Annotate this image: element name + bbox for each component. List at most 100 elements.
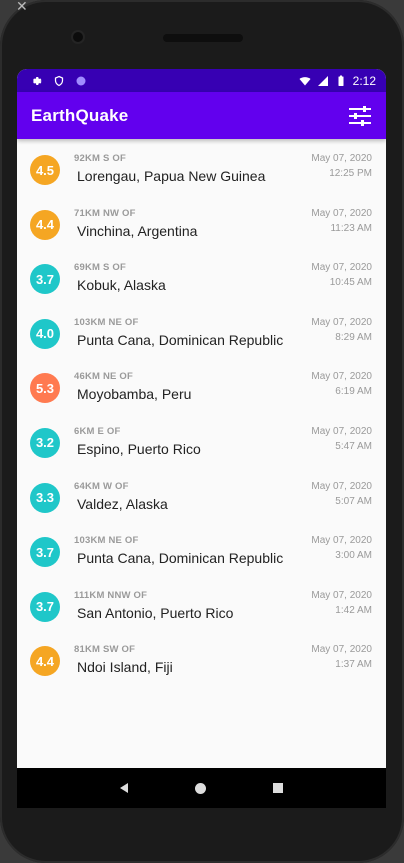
location: 46KM NE OF Moyobamba, Peru <box>74 371 311 402</box>
date: May 07, 2020 <box>311 316 372 328</box>
list-item[interactable]: 4.0 103KM NE OF Punta Cana, Dominican Repu… <box>17 307 386 362</box>
app-title: EarthQuake <box>31 105 129 125</box>
navigation-bar <box>17 768 386 808</box>
status-time: 2:12 <box>352 73 376 88</box>
time: 3:00 AM <box>335 550 372 562</box>
date: May 07, 2020 <box>311 535 372 547</box>
magnitude-badge: 4.4 <box>30 646 60 677</box>
location: 103KM NE OF Punta Cana, Dominican Republi… <box>74 317 311 348</box>
location: 92KM S OF Lorengau, Papua New Guinea <box>74 153 311 184</box>
date-time: May 07, 2020 1:42 AM <box>311 590 372 616</box>
magnitude-badge: 3.7 <box>30 264 60 295</box>
location-offset: 103KM NE OF <box>74 316 139 328</box>
signal-icon <box>317 75 328 86</box>
time: 10:45 AM <box>329 277 372 289</box>
app-bar: EarthQuake <box>17 92 386 139</box>
settings-gear-icon <box>33 76 42 85</box>
list-item[interactable]: 4.5 92KM S OF Lorengau, Papua New Guinea Ma… <box>17 143 386 198</box>
primary-location: Espino, Puerto Rico <box>77 440 201 457</box>
location: 103KM NE OF Punta Cana, Dominican Republi… <box>74 535 311 566</box>
location-offset: 103KM NE OF <box>74 535 139 547</box>
list-item[interactable]: 3.2 6KM E OF Espino, Puerto Rico May 07, 20… <box>17 416 386 471</box>
list-item[interactable]: 3.3 64KM W OF Valdez, Alaska May 07, 2020 5:… <box>17 471 386 526</box>
location-offset: 46KM NE OF <box>74 371 134 383</box>
primary-location: San Antonio, Puerto Rico <box>77 604 234 621</box>
location-offset: 6KM E OF <box>74 425 121 437</box>
date-time: May 07, 2020 5:07 AM <box>311 481 372 507</box>
list-item[interactable]: 4.4 71KM NW OF Vinchina, Argentina May 07, … <box>17 198 386 253</box>
location-offset: 64KM W OF <box>74 480 129 492</box>
status-bar: 2:12 <box>17 69 386 92</box>
earpiece-speaker <box>163 34 243 42</box>
list-item[interactable]: 5.3 46KM NE OF Moyobamba, Peru May 07, 2020… <box>17 361 386 416</box>
date: May 07, 2020 <box>311 207 372 219</box>
primary-location: Valdez, Alaska <box>77 495 168 512</box>
magnitude-badge: 4.0 <box>30 318 60 349</box>
emulator-window-controls: ✕ <box>16 0 28 15</box>
primary-location: Ndoi Island, Fiji <box>77 659 173 676</box>
magnitude-badge: 3.2 <box>30 427 60 458</box>
magnitude-badge: 3.7 <box>30 537 60 568</box>
date-time: May 07, 2020 1:37 AM <box>311 644 372 670</box>
time: 5:47 AM <box>335 440 372 452</box>
location-offset: 69KM S OF <box>74 262 126 274</box>
location: 81KM SW OF Ndoi Island, Fiji <box>74 644 311 675</box>
list-item[interactable]: 3.7 111KM NNW OF San Antonio, Puerto Rico M… <box>17 580 386 635</box>
battery-icon <box>338 75 344 86</box>
date: May 07, 2020 <box>311 153 372 164</box>
location-offset: 81KM SW OF <box>74 644 136 656</box>
screen: 2:12 EarthQuake 4.5 92KM S OF Lorengau, Pa… <box>17 69 386 768</box>
date: May 07, 2020 <box>311 480 372 492</box>
location: 64KM W OF Valdez, Alaska <box>74 481 311 512</box>
time: 6:19 AM <box>335 386 372 398</box>
magnitude-badge: 5.3 <box>30 373 60 404</box>
front-camera <box>73 32 83 42</box>
magnitude-badge: 3.3 <box>30 482 60 513</box>
date-time: May 07, 2020 11:23 AM <box>311 208 372 234</box>
time: 5:07 AM <box>335 495 372 507</box>
phone-frame: ✕ 2:12 EarthQuake 4.5 92KM S OF Lorengau… <box>0 0 404 863</box>
time: 1:42 AM <box>335 604 372 616</box>
location-offset: 71KM NW OF <box>74 207 136 219</box>
magnitude-badge: 3.7 <box>30 591 60 622</box>
location: 69KM S OF Kobuk, Alaska <box>74 262 311 293</box>
date-time: May 07, 2020 8:29 AM <box>311 317 372 343</box>
list-item[interactable]: 3.7 103KM NE OF Punta Cana, Dominican Repu… <box>17 525 386 580</box>
location-offset: 111KM NNW OF <box>74 589 148 601</box>
primary-location: Lorengau, Papua New Guinea <box>77 168 266 184</box>
back-icon[interactable] <box>120 783 129 793</box>
location: 6KM E OF Espino, Puerto Rico <box>74 426 311 457</box>
circle-notification-icon <box>76 76 86 85</box>
earthquake-list[interactable]: 4.5 92KM S OF Lorengau, Papua New Guinea Ma… <box>17 139 386 689</box>
primary-location: Punta Cana, Dominican Republic <box>77 331 284 348</box>
close-icon[interactable]: ✕ <box>16 0 28 14</box>
primary-location: Punta Cana, Dominican Republic <box>77 550 284 567</box>
date: May 07, 2020 <box>311 644 372 656</box>
magnitude-badge: 4.4 <box>30 209 60 240</box>
location: 111KM NNW OF San Antonio, Puerto Rico <box>74 590 311 621</box>
date-time: May 07, 2020 12:25 PM <box>311 153 372 179</box>
time: 8:29 AM <box>335 331 372 343</box>
date-time: May 07, 2020 3:00 AM <box>311 535 372 561</box>
date: May 07, 2020 <box>311 425 372 437</box>
home-icon[interactable] <box>194 782 206 794</box>
date: May 07, 2020 <box>311 589 372 601</box>
primary-location: Vinchina, Argentina <box>77 222 198 239</box>
shield-icon <box>54 75 64 86</box>
filter-settings-button[interactable] <box>348 104 372 128</box>
list-item[interactable]: 4.4 81KM SW OF Ndoi Island, Fiji May 07, 20… <box>17 634 386 689</box>
time: 12:25 PM <box>329 168 372 179</box>
date: May 07, 2020 <box>311 262 372 274</box>
recents-icon[interactable] <box>272 783 283 793</box>
date-time: May 07, 2020 10:45 AM <box>311 262 372 288</box>
location-offset: 92KM S OF <box>74 153 126 164</box>
wifi-icon <box>299 76 311 85</box>
date: May 07, 2020 <box>311 371 372 383</box>
magnitude-badge: 4.5 <box>30 155 60 185</box>
primary-location: Kobuk, Alaska <box>77 277 166 294</box>
date-time: May 07, 2020 6:19 AM <box>311 371 372 397</box>
list-item[interactable]: 3.7 69KM S OF Kobuk, Alaska May 07, 2020 10:… <box>17 252 386 307</box>
time: 1:37 AM <box>335 659 372 671</box>
time: 11:23 AM <box>330 222 372 234</box>
tune-icon <box>349 105 371 126</box>
